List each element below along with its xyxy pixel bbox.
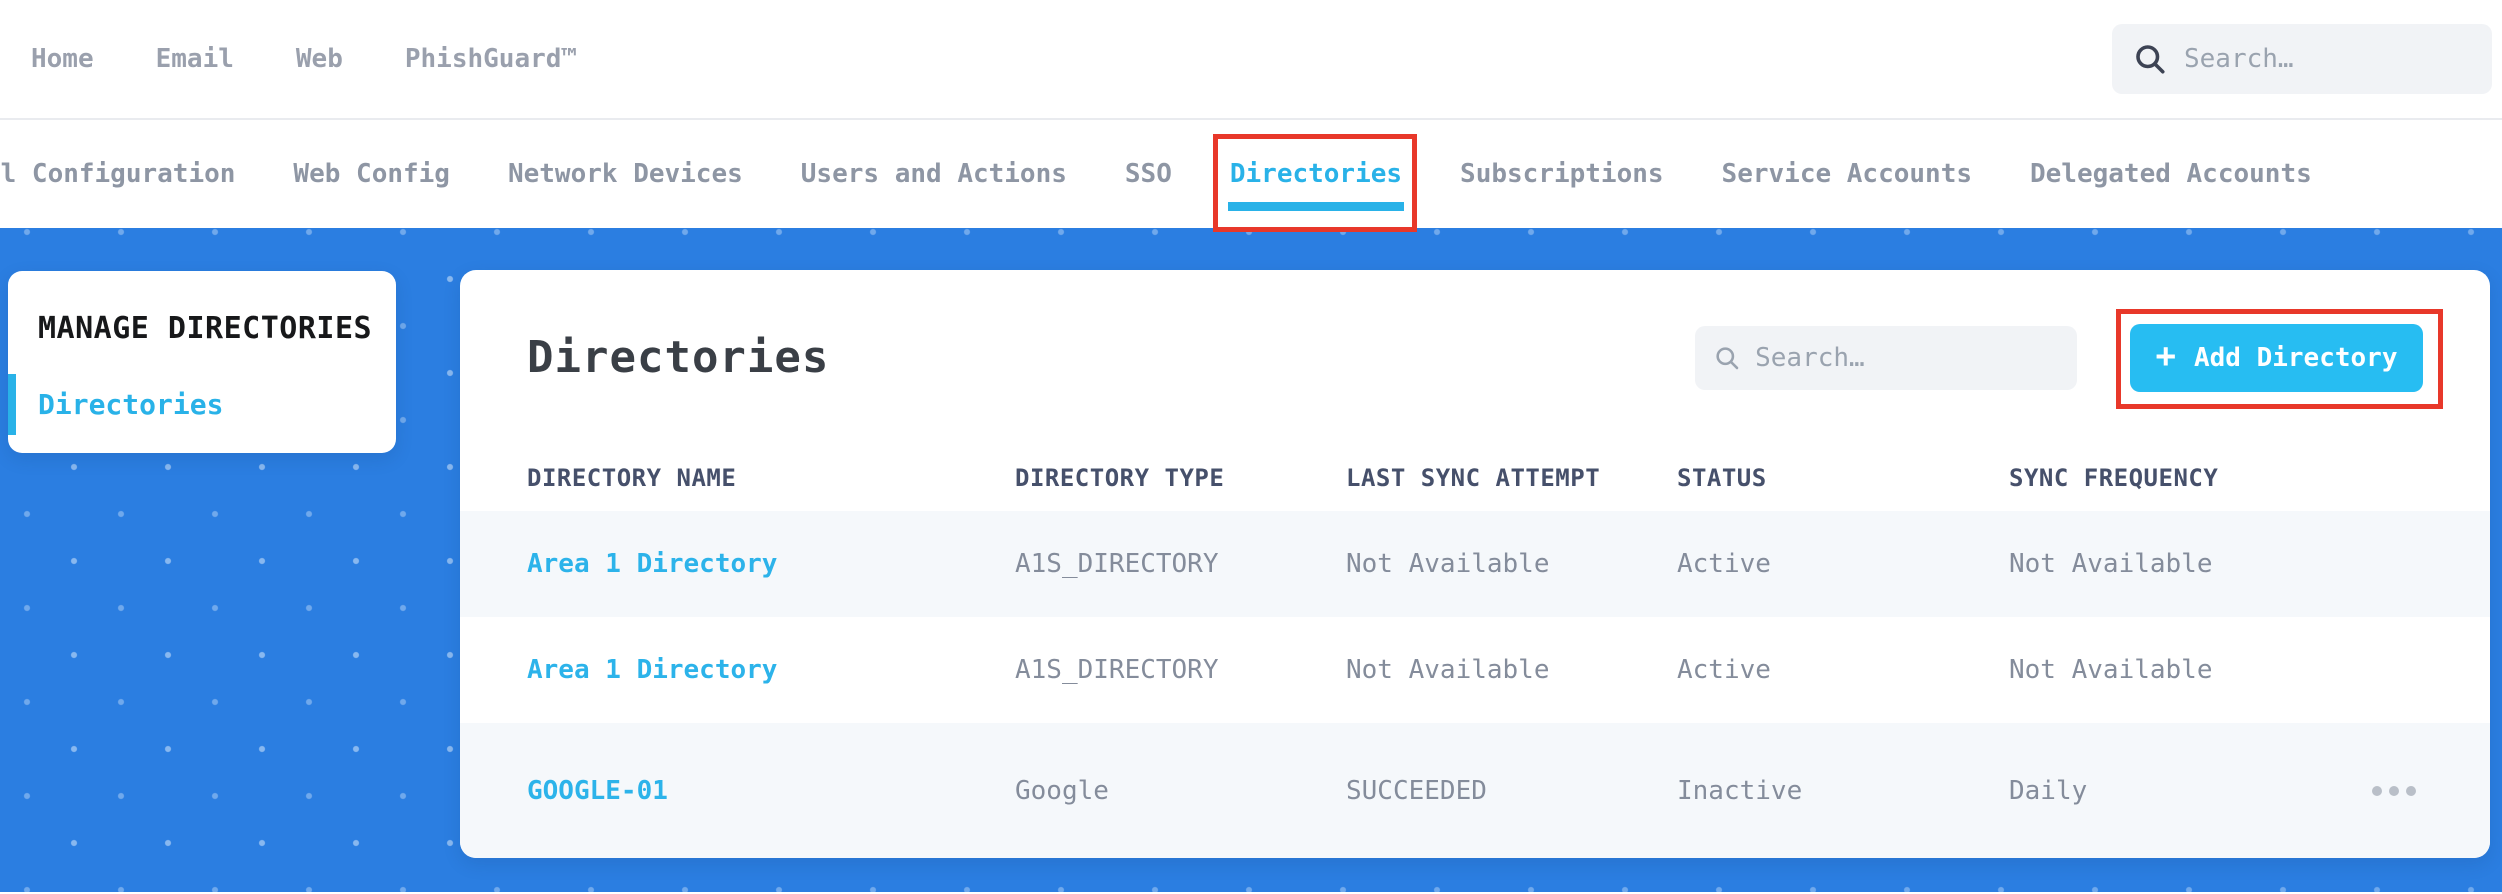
sidebar-item-directories[interactable]: Directories (8, 374, 396, 435)
section-nav-bar: Email Configuration Web Config Network D… (0, 120, 2502, 232)
top-bar: Home Email Web PhishGuard™ (0, 0, 2502, 120)
sidebar-item-directories-label: Directories (38, 388, 224, 421)
tab-web-config[interactable]: Web Config (293, 120, 450, 228)
column-directory-name: DIRECTORY NAME (527, 464, 737, 492)
directory-type-cell: Google (1015, 775, 1109, 806)
search-icon (2136, 45, 2165, 74)
sync-frequency-cell: Daily (2009, 775, 2088, 806)
sync-frequency-cell: Not Available (2009, 655, 2213, 685)
global-search-input[interactable] (2184, 44, 2472, 74)
directories-search-box[interactable] (1695, 325, 2077, 390)
directories-search-input[interactable] (1755, 342, 2059, 373)
global-search-box[interactable] (2112, 24, 2492, 94)
plus-icon: + (2155, 336, 2176, 376)
top-nav-home[interactable]: Home (31, 44, 94, 74)
tab-users-and-actions[interactable]: Users and Actions (801, 120, 1067, 228)
top-nav-phishguard[interactable]: PhishGuard™ (405, 44, 577, 74)
add-directory-label: Add Directory (2193, 342, 2398, 373)
directory-name-cell: Area 1 Directory (527, 655, 1015, 685)
workspace-background: MANAGE DIRECTORIES Directories Directori… (0, 228, 2502, 892)
panel-title: Directories (527, 332, 830, 383)
tab-directories[interactable]: Directories (1212, 120, 1418, 232)
tab-subscriptions[interactable]: Subscriptions (1460, 120, 1664, 228)
table-row: GOOGLE-01 Google SUCCEEDED Inactive Dail… (460, 723, 2490, 858)
top-nav-email[interactable]: Email (156, 44, 234, 74)
active-item-bar (8, 374, 16, 435)
status-cell: Inactive (1677, 775, 1803, 806)
table-row: Area 1 Directory A1S_DIRECTORY Not Avail… (460, 617, 2490, 723)
tab-delegated-accounts[interactable]: Delegated Accounts (2030, 120, 2312, 228)
panel-header: Directories + Add Directory (460, 270, 2490, 445)
last-sync-attempt-cell: SUCCEEDED (1346, 775, 1487, 806)
last-sync-attempt-cell: Not Available (1346, 549, 1550, 579)
directory-link[interactable]: Area 1 Directory (527, 655, 777, 685)
directory-name-cell: Area 1 Directory (527, 549, 1015, 579)
section-nav: Email Configuration Web Config Network D… (0, 120, 2312, 232)
tab-email-configuration[interactable]: Email Configuration (0, 120, 235, 228)
status-cell: Active (1677, 655, 1771, 685)
side-card-title: MANAGE DIRECTORIES (38, 311, 373, 346)
directory-name-cell: GOOGLE-01 (527, 776, 1015, 806)
tab-directories-label: Directories (1229, 159, 1403, 189)
tab-sso[interactable]: SSO (1125, 120, 1172, 228)
top-nav-web[interactable]: Web (296, 44, 343, 74)
add-directory-wrap: + Add Directory (2116, 308, 2443, 409)
column-directory-type: DIRECTORY TYPE (1015, 464, 1225, 492)
sync-frequency-cell: Not Available (2009, 549, 2213, 579)
top-nav: Home Email Web PhishGuard™ (31, 44, 577, 74)
directory-link[interactable]: GOOGLE-01 (527, 776, 668, 806)
table-row: Area 1 Directory A1S_DIRECTORY Not Avail… (460, 511, 2490, 617)
directory-link[interactable]: Area 1 Directory (527, 549, 777, 579)
tab-network-devices[interactable]: Network Devices (508, 120, 743, 228)
ellipsis-icon[interactable] (2372, 785, 2416, 796)
manage-directories-card: MANAGE DIRECTORIES Directories (8, 271, 396, 453)
search-icon (1716, 346, 1739, 369)
panel-actions: + Add Directory (1695, 308, 2443, 409)
add-directory-button[interactable]: + Add Directory (2130, 323, 2423, 392)
last-sync-attempt-cell: Not Available (1346, 655, 1550, 685)
column-last-sync-attempt: LAST SYNC ATTEMPT (1346, 464, 1601, 492)
column-status: STATUS (1677, 464, 1767, 492)
tab-service-accounts[interactable]: Service Accounts (1722, 120, 1972, 228)
directories-panel: Directories + Add Directory (460, 270, 2490, 858)
active-tab-underline (1227, 202, 1405, 211)
table-header-row: DIRECTORY NAME DIRECTORY TYPE LAST SYNC … (460, 445, 2490, 511)
directory-type-cell: A1S_DIRECTORY (1015, 549, 1219, 579)
directory-type-cell: A1S_DIRECTORY (1015, 655, 1219, 685)
actions-cell (2372, 785, 2423, 796)
column-sync-frequency: SYNC FREQUENCY (2009, 464, 2219, 492)
status-cell: Active (1677, 549, 1771, 579)
